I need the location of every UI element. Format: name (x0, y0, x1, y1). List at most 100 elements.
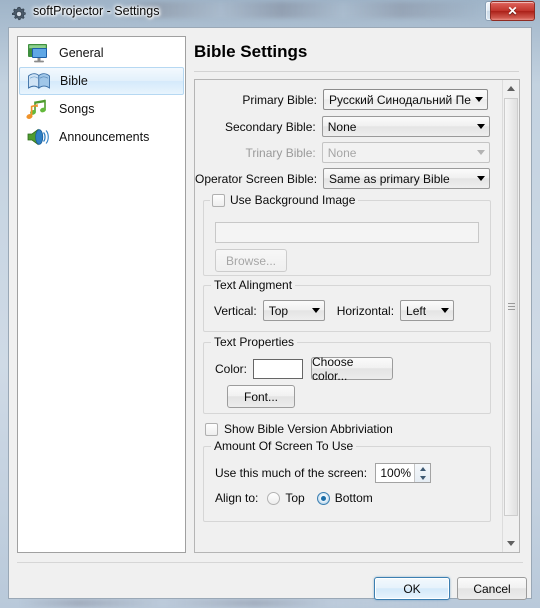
operator-bible-value: Same as primary Bible (329, 171, 450, 186)
chevron-down-icon (437, 308, 453, 313)
choose-color-button[interactable]: Choose color... (311, 354, 394, 383)
use-background-image-label: Use Background Image (230, 193, 356, 207)
settings-category-list[interactable]: General Bible Songs Announcements (17, 36, 186, 553)
close-icon: ✕ (507, 4, 518, 18)
secondary-bible-row: Secondary Bible: None (195, 116, 490, 137)
chevron-down-icon (308, 308, 324, 313)
book-icon (27, 70, 51, 92)
horizontal-align-value: Left (406, 303, 427, 318)
sidebar-item-label: Announcements (59, 130, 150, 144)
show-abbreviation-label: Show Bible Version Abbriviation (224, 422, 393, 436)
screen-amount-group: Amount Of Screen To Use Use this much of… (203, 439, 491, 522)
sidebar-item-songs[interactable]: Songs (19, 95, 184, 123)
trinary-bible-label: Trinary Bible: (245, 145, 316, 160)
sidebar-item-announcements[interactable]: Announcements (19, 123, 184, 151)
primary-bible-row: Primary Bible: Русский Синодальний Перев… (195, 89, 490, 110)
use-background-image-checkbox[interactable] (212, 193, 225, 207)
monitor-icon (26, 42, 50, 64)
trinary-bible-combo: None (321, 142, 490, 163)
align-bottom-label: Bottom (334, 491, 373, 505)
primary-bible-value: Русский Синодальний Перево, (329, 92, 471, 107)
scroll-up-button[interactable] (503, 80, 519, 97)
browse-button-label: Browse... (225, 253, 276, 268)
sidebar-item-general[interactable]: General (19, 39, 184, 67)
secondary-bible-value: None (327, 119, 357, 134)
screen-amount-label: Use this much of the screen: (215, 466, 368, 480)
dialog-client-area: General Bible Songs Announcements Bible … (8, 27, 532, 600)
screen-amount-row: Use this much of the screen: 100% (215, 463, 432, 483)
font-button[interactable]: Font... (227, 385, 295, 408)
footer-divider (17, 562, 523, 563)
show-abbreviation-checkbox[interactable] (205, 422, 218, 436)
screen-amount-spinner[interactable]: 100% (375, 463, 432, 483)
vertical-align-combo[interactable]: Top (262, 300, 325, 321)
primary-bible-label: Primary Bible: (242, 92, 317, 107)
scroll-down-button[interactable] (503, 535, 519, 552)
font-button-label: Font... (243, 389, 278, 404)
text-alignment-group: Text Alingment Vertical: Top Horizontal:… (203, 278, 491, 332)
screen-amount-value: 100% (380, 466, 412, 480)
alignment-controls-row: Vertical: Top Horizontal: Left (214, 300, 455, 321)
color-row: Color: Choose color... (215, 354, 394, 383)
sidebar-item-bible[interactable]: Bible (19, 67, 184, 95)
settings-scroll-area: Primary Bible: Русский Синодальний Перев… (194, 79, 520, 553)
trinary-bible-row: Trinary Bible: None (195, 142, 490, 163)
cancel-button-label: Cancel (473, 581, 511, 596)
align-top-radio[interactable] (267, 491, 281, 505)
settings-content: Primary Bible: Русский Синодальний Перев… (195, 80, 503, 552)
vertical-scrollbar[interactable] (502, 80, 519, 552)
operator-bible-label: Operator Screen Bible: (195, 171, 318, 186)
gear-icon (11, 6, 27, 22)
operator-bible-combo[interactable]: Same as primary Bible (323, 168, 490, 189)
secondary-bible-combo[interactable]: None (321, 116, 490, 137)
chevron-down-icon (471, 97, 487, 102)
settings-window: softProjector - Settings ? ✕ (0, 0, 540, 608)
chevron-down-icon (473, 150, 489, 155)
vertical-align-label: Vertical: (214, 303, 257, 318)
chevron-down-icon (473, 176, 489, 181)
sidebar-item-label: General (59, 46, 104, 60)
title-divider (194, 71, 519, 72)
background-image-group: Use Background Image Browse... (203, 193, 491, 276)
spinner-up-icon[interactable] (415, 464, 430, 473)
secondary-bible-label: Secondary Bible: (225, 119, 316, 134)
screen-amount-group-title: Amount Of Screen To Use (211, 439, 357, 453)
align-bottom-radio[interactable] (316, 491, 330, 505)
spinner-buttons[interactable] (414, 464, 431, 482)
vertical-align-value: Top (268, 303, 289, 318)
text-properties-group-title: Text Properties (211, 335, 298, 349)
title-bar[interactable]: softProjector - Settings ? ✕ (0, 0, 540, 27)
ok-button[interactable]: OK (374, 577, 450, 600)
ok-button-label: OK (403, 581, 421, 596)
primary-bible-combo[interactable]: Русский Синодальний Перево, (323, 89, 488, 110)
background-image-path-input[interactable] (215, 222, 479, 243)
color-label: Color: (215, 361, 248, 376)
show-abbreviation-row[interactable]: Show Bible Version Abbriviation (205, 422, 393, 436)
align-to-row: Align to: Top Bottom (215, 491, 373, 505)
close-button[interactable]: ✕ (490, 1, 535, 21)
cancel-button[interactable]: Cancel (457, 577, 527, 600)
align-to-label: Align to: (215, 491, 259, 505)
background-image-group-title[interactable]: Use Background Image (210, 193, 359, 207)
sidebar-item-label: Bible (60, 74, 88, 88)
horizontal-align-combo[interactable]: Left (400, 300, 455, 321)
chevron-down-icon (507, 541, 515, 546)
color-swatch[interactable] (253, 358, 304, 379)
music-notes-icon (26, 98, 50, 120)
aero-blur-bottom (20, 599, 440, 607)
spinner-down-icon[interactable] (415, 473, 430, 482)
window-title: softProjector - Settings (33, 4, 160, 18)
scrollbar-thumb[interactable] (504, 98, 518, 516)
browse-button[interactable]: Browse... (215, 249, 287, 272)
choose-color-label: Choose color... (312, 354, 354, 383)
scrollbar-grip-icon (508, 303, 515, 311)
settings-panel: Bible Settings Primary Bible: Русский Си… (194, 36, 522, 553)
sidebar-item-label: Songs (59, 102, 95, 116)
horizontal-align-label: Horizontal: (336, 303, 395, 318)
chevron-up-icon (507, 86, 515, 91)
page-title: Bible Settings (194, 42, 308, 61)
text-alignment-group-title: Text Alingment (211, 278, 296, 292)
align-top-label: Top (285, 491, 305, 505)
trinary-bible-value: None (327, 145, 357, 160)
speaker-icon (26, 126, 50, 148)
